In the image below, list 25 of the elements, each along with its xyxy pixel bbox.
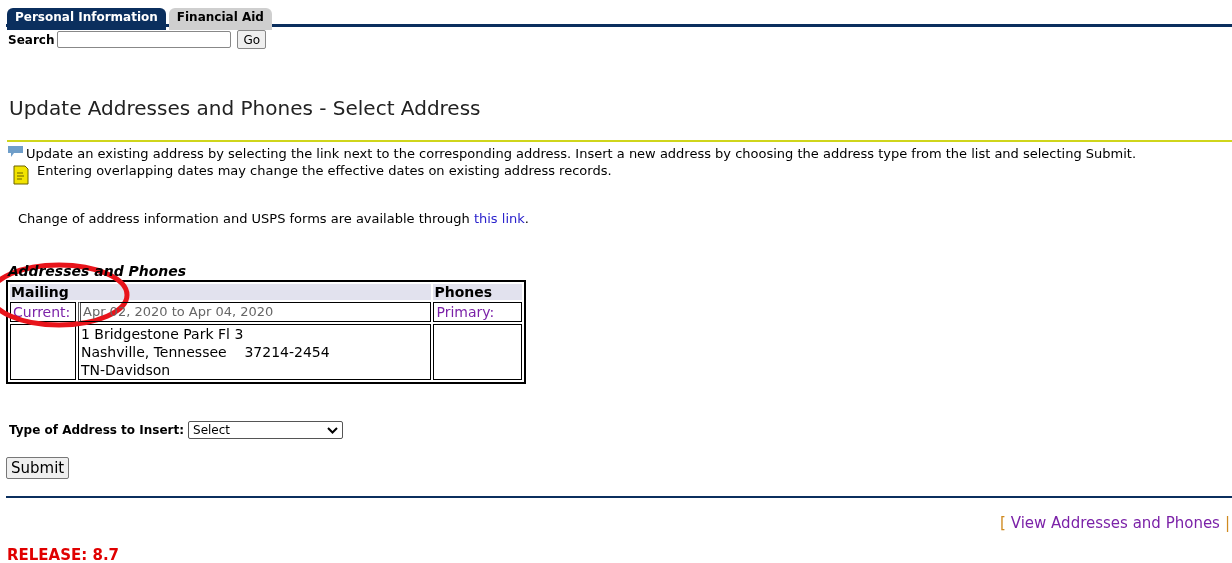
release-label: RELEASE: 8.7	[7, 546, 121, 563]
page-title: Update Addresses and Phones - Select Address	[9, 96, 482, 120]
phone-label: Primary:	[433, 302, 522, 322]
bracket: [	[999, 514, 1006, 532]
usps-text: Change of address information and USPS forms are available through this link.	[18, 211, 530, 226]
tab[interactable]: Financial Aid	[168, 8, 272, 30]
address-type-label: Type of Address to Insert:	[9, 423, 185, 437]
tab[interactable]: Personal Information	[7, 8, 166, 30]
address-status-link[interactable]: Current:	[10, 302, 76, 322]
view-addresses-link[interactable]: View Addresses and Phones	[1010, 514, 1220, 532]
usps-link[interactable]: this link	[473, 211, 525, 226]
submit-button[interactable]: Submit	[6, 457, 70, 479]
address-cell: 1 Bridgestone Park Fl 3 Nashville, Tennessee 37214-2454 TN-Davidson	[78, 324, 432, 380]
separator: |	[1224, 514, 1230, 532]
go-button[interactable]: Go	[237, 30, 267, 49]
note-icon	[13, 163, 29, 185]
instruction-text: Entering overlapping dates may change the effective dates on existing address records.	[37, 163, 612, 178]
chevron-down-icon	[327, 426, 339, 434]
address-type-dropdown[interactable]: Select	[188, 421, 344, 439]
column-header: Phones	[433, 284, 522, 300]
search-label: Search	[8, 32, 55, 47]
column-header: Mailing	[10, 284, 432, 300]
instruction-text: Update an existing address by selecting the link next to the corresponding address. Insert a new address by choosing the address type from the list and selecting Submit.	[26, 146, 1137, 161]
speech-bubble-icon	[8, 146, 23, 157]
search-field[interactable]	[57, 31, 232, 48]
